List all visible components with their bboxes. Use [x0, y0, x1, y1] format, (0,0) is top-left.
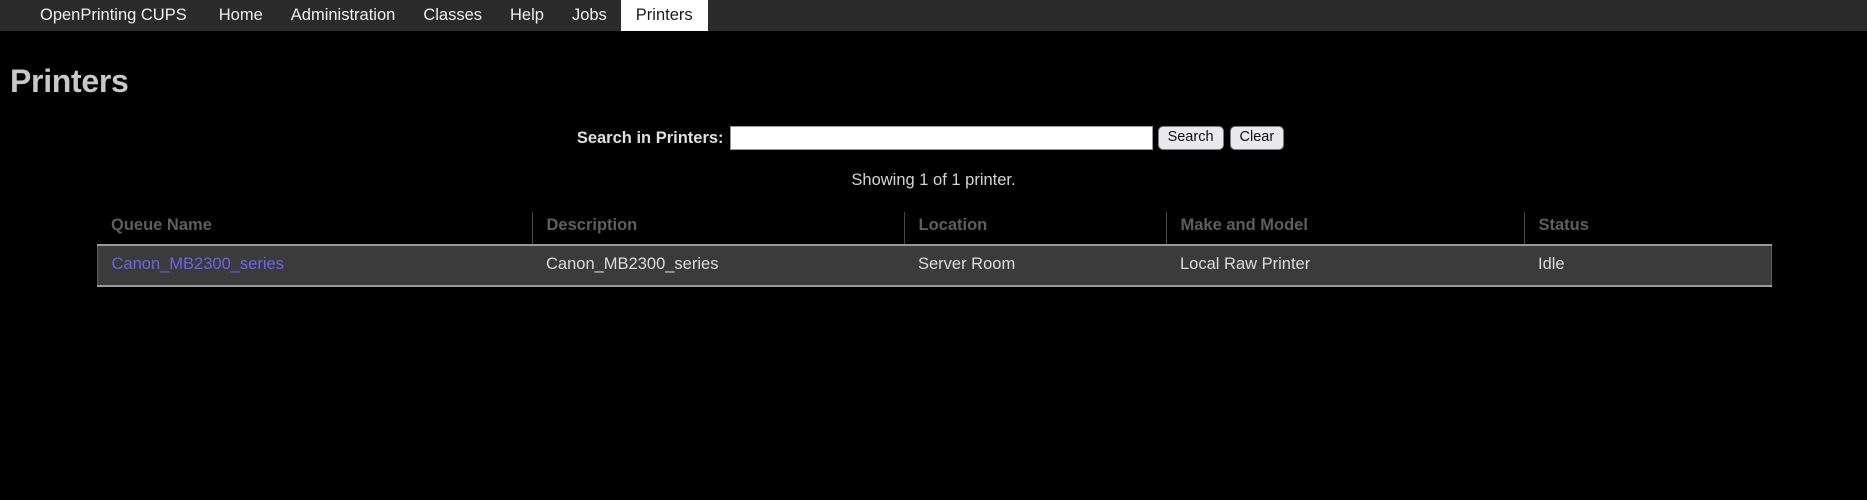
cell-status: Idle: [1524, 244, 1772, 288]
column-header-queue-name: Queue Name: [97, 212, 533, 246]
cell-description: Canon_MB2300_series: [532, 244, 904, 288]
nav-item-jobs[interactable]: Jobs: [558, 0, 621, 31]
nav-item-administration[interactable]: Administration: [277, 0, 410, 31]
column-header-description: Description: [532, 212, 905, 246]
cell-queue-name: Canon_MB2300_series: [96, 244, 532, 288]
column-header-status: Status: [1524, 212, 1771, 246]
nav-item-classes[interactable]: Classes: [409, 0, 496, 31]
results-summary: Showing 1 of 1 printer.: [851, 171, 1016, 190]
search-bar: Search in Printers: Search Clear: [0, 126, 1867, 151]
cell-location: Server Room: [904, 244, 1166, 288]
column-header-make-and-model: Make and Model: [1166, 212, 1525, 246]
clear-button[interactable]: Clear: [1229, 126, 1285, 151]
nav-item-printers[interactable]: Printers: [620, 0, 708, 31]
printer-queue-link[interactable]: Canon_MB2300_series: [112, 255, 284, 273]
printers-table: Queue Name Description Location Make and…: [96, 212, 1772, 288]
nav-item-help[interactable]: Help: [496, 0, 558, 31]
search-input[interactable]: [729, 126, 1153, 151]
column-header-location: Location: [904, 212, 1167, 246]
search-label: Search in Printers:: [576, 128, 724, 147]
nav-item-home[interactable]: Home: [205, 0, 277, 31]
nav-brand-openprinting-cups[interactable]: OpenPrinting CUPS: [40, 0, 205, 31]
search-button[interactable]: Search: [1157, 126, 1224, 151]
table-header-row: Queue Name Description Location Make and…: [97, 212, 1771, 246]
page-title: Printers: [10, 63, 129, 99]
table-row[interactable]: Canon_MB2300_series Canon_MB2300_series …: [96, 244, 1772, 288]
cell-make-and-model: Local Raw Printer: [1166, 244, 1524, 288]
printers-table-container: Queue Name Description Location Make and…: [96, 212, 1772, 288]
main-navigation: OpenPrinting CUPS Home Administration Cl…: [0, 0, 1867, 31]
